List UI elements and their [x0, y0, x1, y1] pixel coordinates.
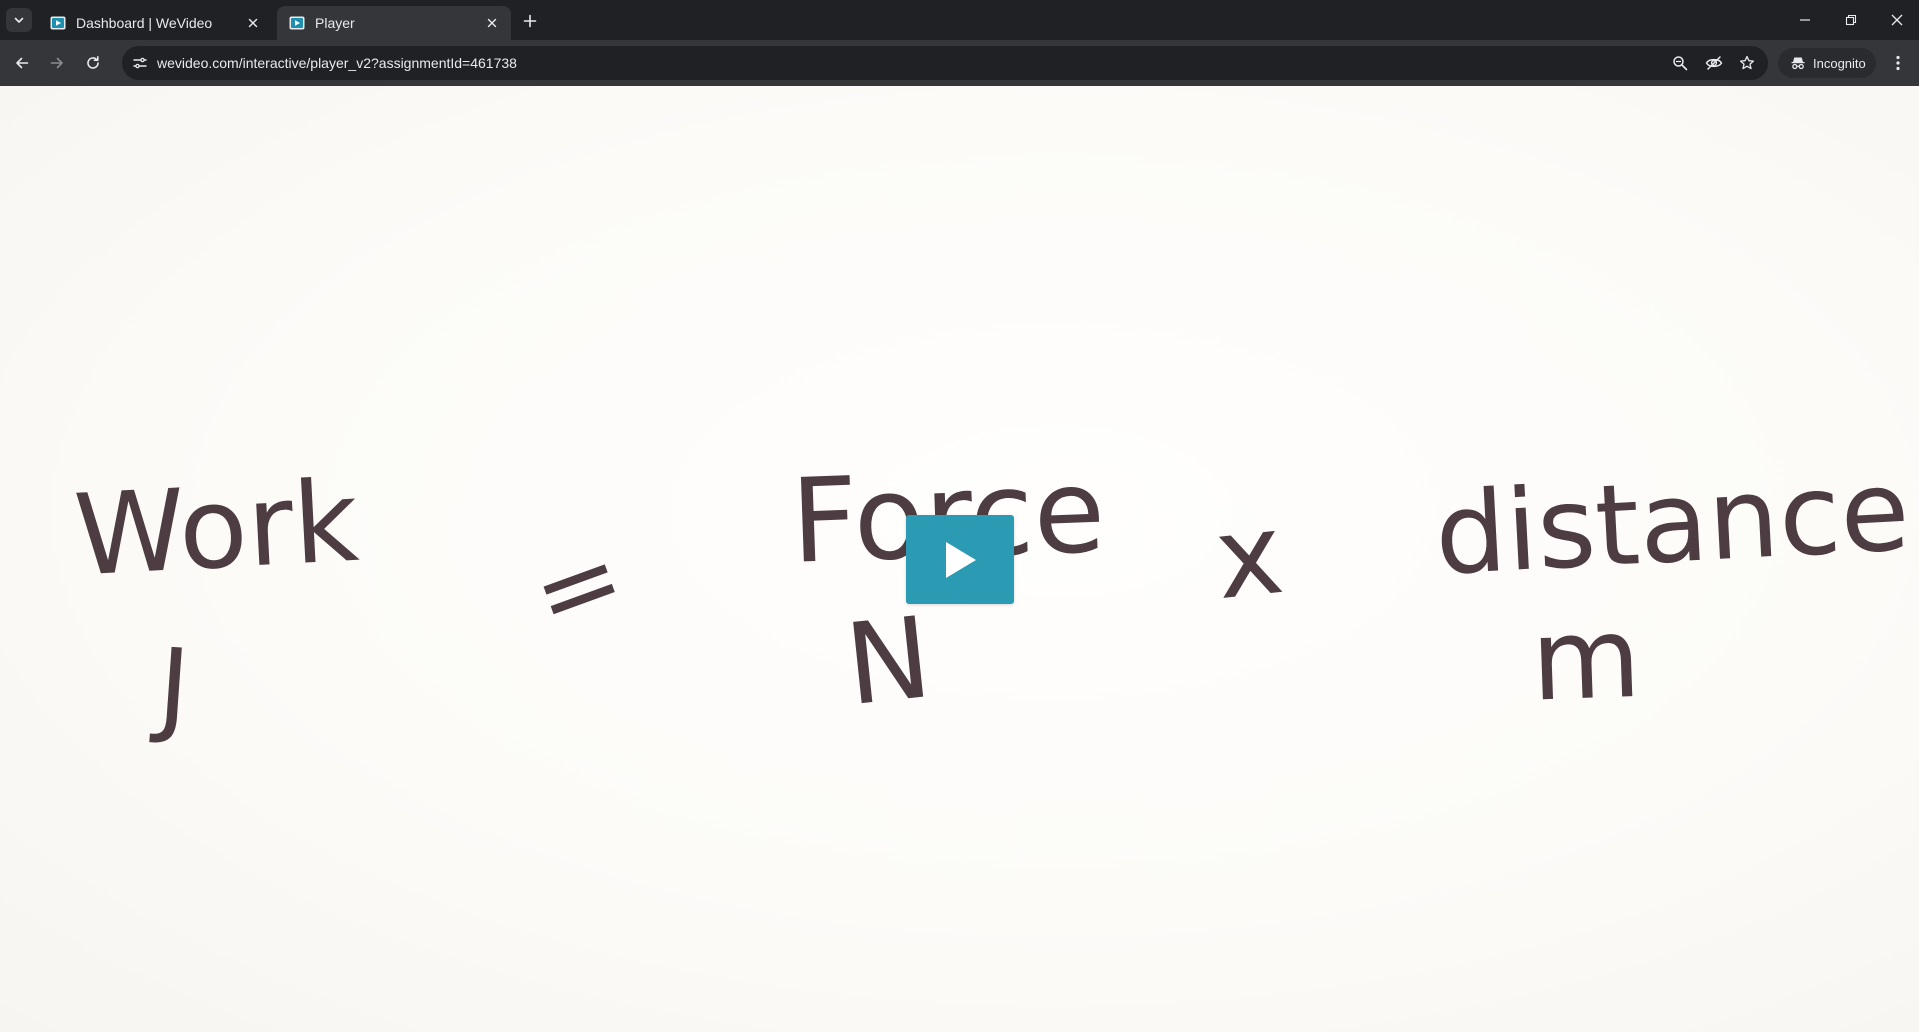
- tab-title: Dashboard | WeVideo: [76, 15, 213, 31]
- site-info-button[interactable]: [128, 51, 152, 75]
- close-icon: [248, 18, 258, 28]
- incognito-indicator[interactable]: Incognito: [1778, 48, 1876, 78]
- star-icon: [1739, 55, 1755, 70]
- tab-player[interactable]: Player: [277, 6, 511, 40]
- equation-equals: =: [516, 514, 640, 658]
- equation-times: x: [1209, 489, 1289, 625]
- close-window-button[interactable]: [1882, 6, 1912, 34]
- equation-work: Work: [71, 457, 361, 602]
- minimize-icon: [1800, 19, 1810, 21]
- wevideo-favicon-icon: [289, 16, 305, 30]
- close-tab-button[interactable]: [244, 14, 262, 32]
- new-tab-button[interactable]: [518, 9, 542, 33]
- play-icon: [946, 541, 976, 578]
- browser-tab-strip: Dashboard | WeVideo Player: [0, 0, 1919, 40]
- tracking-protection-button[interactable]: [1702, 51, 1726, 75]
- close-tab-button[interactable]: [483, 14, 501, 32]
- incognito-icon: [1791, 57, 1805, 70]
- tab-search-button[interactable]: [6, 8, 32, 32]
- plus-icon: [523, 14, 537, 28]
- reload-icon: [87, 56, 99, 69]
- browser-toolbar: wevideo.com/interactive/player_v2?assign…: [0, 40, 1919, 86]
- eye-off-icon: [1705, 56, 1723, 70]
- more-vertical-icon: [1896, 55, 1900, 71]
- browser-menu-button[interactable]: [1886, 51, 1910, 75]
- tab-title: Player: [315, 15, 355, 31]
- unit-newton: N: [840, 593, 937, 731]
- unit-metre: m: [1529, 593, 1643, 727]
- reload-button[interactable]: [80, 50, 106, 76]
- arrow-right-icon: [50, 57, 63, 69]
- video-player[interactable]: Work Force distance = x J N m: [0, 86, 1919, 1032]
- address-bar[interactable]: wevideo.com/interactive/player_v2?assign…: [122, 46, 1768, 80]
- arrow-left-icon: [16, 57, 29, 69]
- tab-dashboard[interactable]: Dashboard | WeVideo: [38, 6, 272, 40]
- zoom-button[interactable]: [1668, 51, 1692, 75]
- equation-distance: distance: [1432, 446, 1913, 601]
- close-icon: [1891, 14, 1903, 26]
- bookmark-button[interactable]: [1735, 51, 1759, 75]
- restore-window-button[interactable]: [1836, 6, 1866, 34]
- back-button[interactable]: [9, 50, 35, 76]
- incognito-label: Incognito: [1813, 55, 1866, 71]
- close-icon: [487, 18, 497, 28]
- zoom-out-icon: [1673, 56, 1688, 71]
- play-button[interactable]: [906, 515, 1014, 604]
- chevron-down-icon: [14, 17, 24, 23]
- forward-button[interactable]: [44, 50, 70, 76]
- restore-icon: [1845, 14, 1857, 26]
- wevideo-favicon-icon: [50, 16, 66, 30]
- minimize-window-button[interactable]: [1790, 6, 1820, 34]
- unit-joule: J: [148, 625, 193, 749]
- tune-icon: [133, 57, 147, 69]
- url-text[interactable]: wevideo.com/interactive/player_v2?assign…: [157, 46, 517, 80]
